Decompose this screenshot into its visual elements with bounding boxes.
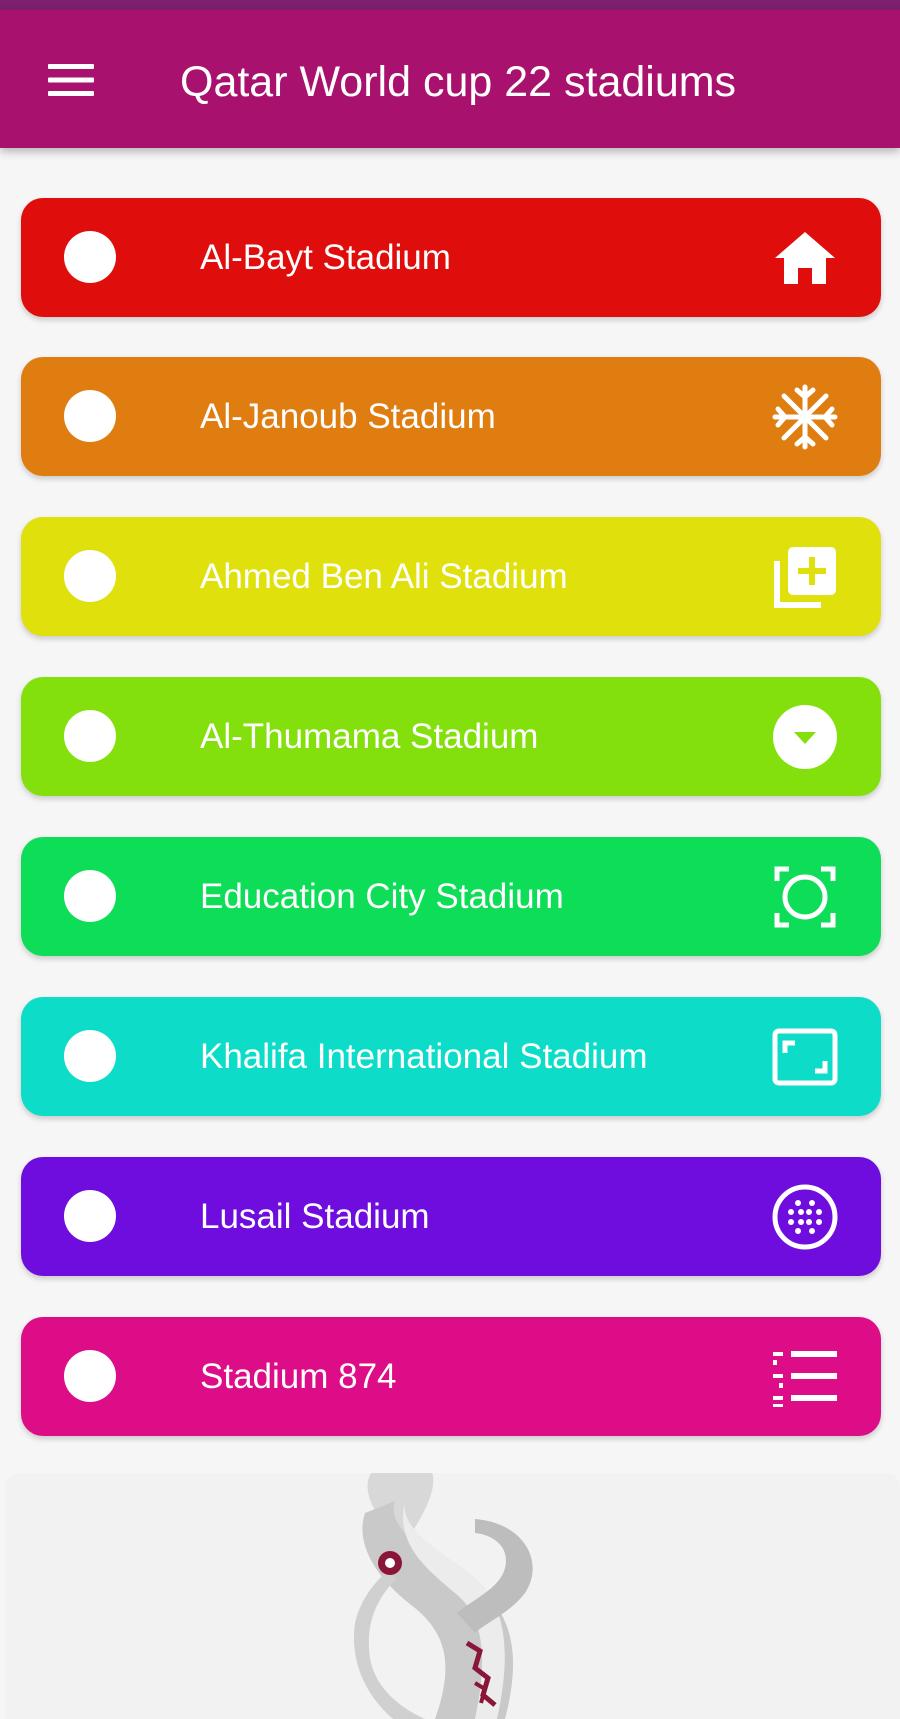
stadium-item-al-bayt[interactable]: Al-Bayt Stadium <box>21 198 881 317</box>
radio-indicator[interactable] <box>64 870 116 922</box>
snowflake-icon <box>771 383 839 451</box>
app-title: Qatar World cup 22 stadiums <box>180 58 737 106</box>
stadium-label: Ahmed Ben Ali Stadium <box>200 557 568 596</box>
grid-circle-icon <box>771 1183 839 1251</box>
stadium-item-stadium-874[interactable]: Stadium 874 <box>21 1317 881 1436</box>
stadium-label: Lusail Stadium <box>200 1197 430 1236</box>
numbered-list-icon <box>771 1343 839 1411</box>
status-bar <box>0 0 900 10</box>
world-cup-banner <box>5 1473 900 1719</box>
radio-indicator[interactable] <box>64 390 116 442</box>
library-add-icon <box>771 543 839 611</box>
radio-indicator[interactable] <box>64 1030 116 1082</box>
app-bar: Qatar World cup 22 stadiums <box>0 10 900 148</box>
radio-indicator[interactable] <box>64 710 116 762</box>
stadium-item-ahmed-ben-ali[interactable]: Ahmed Ben Ali Stadium <box>21 517 881 636</box>
radio-indicator[interactable] <box>64 231 116 283</box>
world-cup-emblem-image <box>353 1473 533 1719</box>
stadium-item-khalifa-international[interactable]: Khalifa International Stadium <box>21 997 881 1116</box>
home-icon <box>771 224 839 292</box>
radio-indicator[interactable] <box>64 1350 116 1402</box>
radio-indicator[interactable] <box>64 1190 116 1242</box>
stadium-label: Stadium 874 <box>200 1357 397 1396</box>
stadium-item-lusail[interactable]: Lusail Stadium <box>21 1157 881 1276</box>
radio-indicator[interactable] <box>64 550 116 602</box>
stadium-item-al-thumama[interactable]: Al-Thumama Stadium <box>21 677 881 796</box>
stadium-label: Al-Janoub Stadium <box>200 397 496 436</box>
stadium-item-education-city[interactable]: Education City Stadium <box>21 837 881 956</box>
stadium-label: Al-Bayt Stadium <box>200 238 451 277</box>
aspect-ratio-icon <box>771 1023 839 1091</box>
menu-button[interactable] <box>40 58 102 102</box>
center-focus-icon <box>771 863 839 931</box>
stadium-label: Khalifa International Stadium <box>200 1037 648 1076</box>
stadium-item-al-janoub[interactable]: Al-Janoub Stadium <box>21 357 881 476</box>
stadium-label: Education City Stadium <box>200 877 564 916</box>
hamburger-menu-icon <box>48 64 94 96</box>
stadium-label: Al-Thumama Stadium <box>200 717 539 756</box>
arrow-drop-down-circle-icon <box>771 703 839 771</box>
